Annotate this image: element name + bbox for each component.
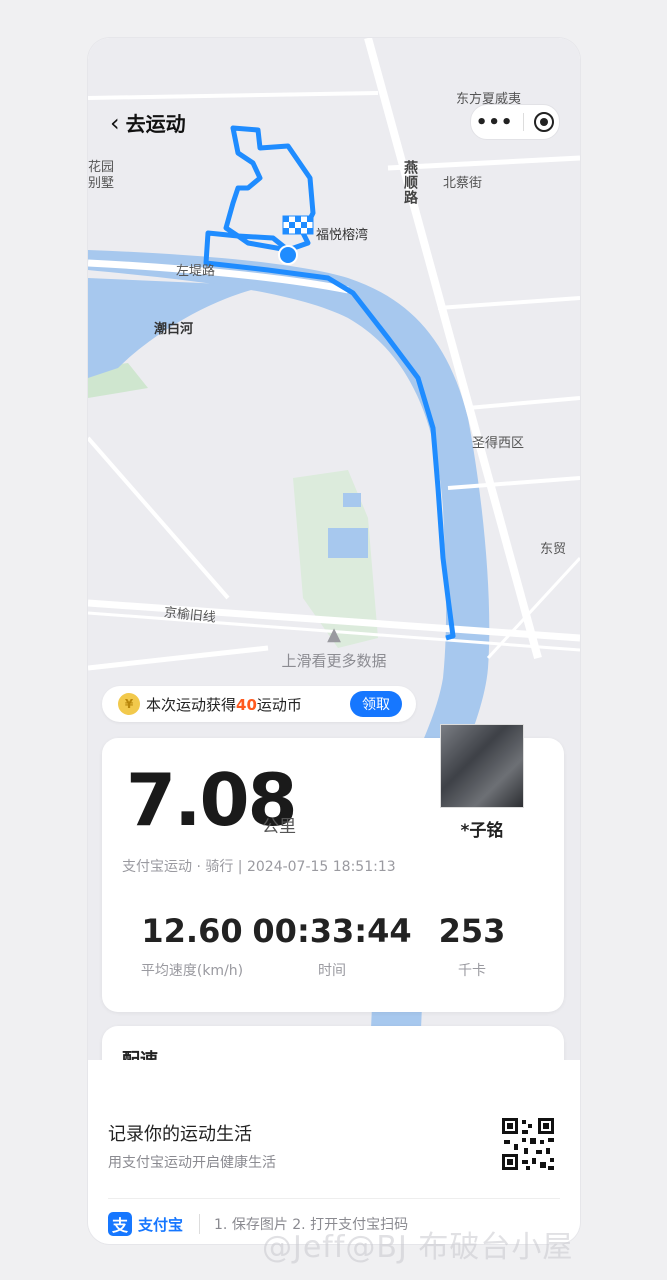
map-label: 圣得西区 [472,436,525,451]
swipe-hint-label: 上滑看更多数据 [281,652,387,670]
workout-summary-card: 7.08 公里 *子铭 支付宝运动 · 骑行 | 2024-07-15 18:5… [102,724,564,1012]
map-label: 北蔡街 [443,176,483,191]
map-label: 别墅 [88,176,115,191]
footer-subtitle: 用支付宝运动开启健康生活 [108,1155,276,1171]
metric-label: 平均速度(km/h) [140,963,244,979]
distance-unit: 公里 [262,817,296,837]
double-chevron-up-icon: ▲ [327,624,341,645]
alipay-logo-icon: 支 [108,1212,132,1236]
share-card: 东方夏威夷 花园 别墅 北蔡街 燕顺路 福悦榕湾 左堤路 潮白河 圣得西区 东贸… [88,38,580,1244]
coin-reward-bar: ¥ 本次运动获得40运动币 领取 [102,686,416,722]
map-label: 东贸 [540,542,567,557]
brand-divider [199,1214,201,1234]
footer-divider [108,1198,560,1199]
workout-meta: 支付宝运动 · 骑行 | 2024-07-15 18:51:13 [122,859,396,875]
map-label: 燕顺路 [402,160,418,205]
coin-amount: 40 [236,695,257,714]
miniapp-capsule: ••• [470,104,560,140]
more-icon[interactable]: ••• [476,112,514,133]
back-button[interactable]: ‹ 去运动 [110,108,186,137]
footer-title: 记录你的运动生活 [108,1124,252,1145]
coin-icon: ¥ [118,693,140,715]
record-icon[interactable] [534,112,555,132]
route-map[interactable]: 东方夏威夷 花园 别墅 北蔡街 燕顺路 福悦榕湾 左堤路 潮白河 圣得西区 东贸… [88,38,580,1098]
map-label: 左堤路 [176,264,216,279]
metric-calories: 253 千卡 [422,912,522,980]
swipe-hint[interactable]: ▲ 上滑看更多数据 [88,626,580,671]
chevron-left-icon: ‹ [110,108,120,137]
coin-reward-text: 本次运动获得40运动币 [146,695,302,714]
avatar[interactable] [440,724,524,808]
metric-value: 00:33:44 [252,912,412,950]
metric-label: 千卡 [458,963,486,979]
brand-name: 支付宝 [138,1215,184,1234]
metric-time: 00:33:44 时间 [252,912,412,980]
capsule-divider [523,113,525,131]
metric-value: 253 [438,912,506,950]
metric-label: 时间 [318,963,346,979]
fade-cover [88,1060,580,1096]
watermark: @Jeff@BJ 布破台小屋 [262,1230,574,1265]
map-label: 福悦榕湾 [316,228,369,243]
map-label: 潮白河 [154,322,194,337]
metric-speed: 12.60 平均速度(km/h) [132,912,252,980]
qr-code-icon [500,1116,556,1172]
back-label: 去运动 [125,112,186,136]
metric-value: 12.60 [141,912,243,950]
username: *子铭 [460,821,504,841]
claim-button[interactable]: 领取 [350,691,402,717]
